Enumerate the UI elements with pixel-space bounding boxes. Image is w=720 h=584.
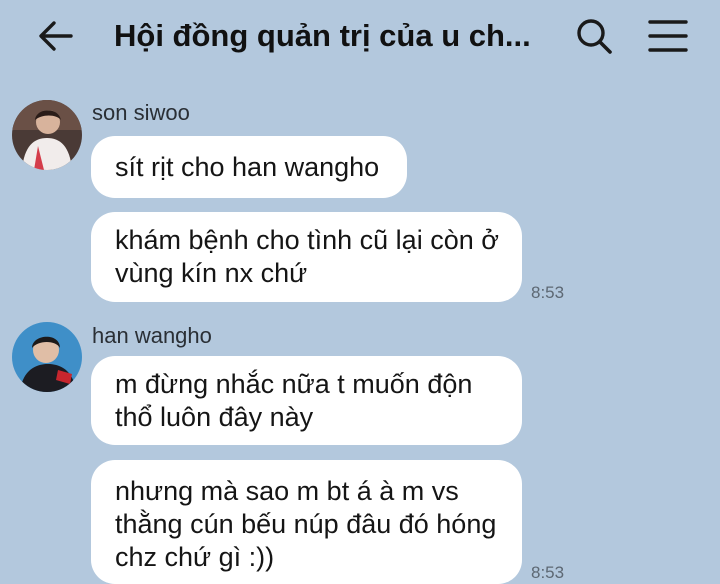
message-timestamp: 8:53 <box>531 563 565 582</box>
search-button[interactable] <box>572 14 616 58</box>
message-text: sít rịt cho han wangho <box>115 151 380 182</box>
menu-button[interactable] <box>644 14 692 58</box>
message-timestamp: 8:53 <box>531 283 565 302</box>
message-text: chz chứ gì :)) <box>115 541 275 572</box>
message-text: thổ luôn đây này <box>115 401 314 432</box>
message-text: khám bệnh cho tình cũ lại còn ở <box>115 225 499 255</box>
chat-title: Hội đồng quản trị của u ch... <box>114 18 531 53</box>
sender-name: han wangho <box>92 323 212 348</box>
message-bubble[interactable]: nhưng mà sao m bt á à m vs thằng cún bếu… <box>91 460 522 584</box>
message-text: nhưng mà sao m bt á à m vs <box>115 475 459 506</box>
message-bubble[interactable]: khám bệnh cho tình cũ lại còn ở vùng kín… <box>91 212 522 302</box>
back-button[interactable] <box>34 14 78 58</box>
chat-header: Hội đồng quản trị của u ch... <box>0 0 720 72</box>
message-text: vùng kín nx chứ <box>115 258 308 288</box>
profile-photo-icon <box>12 100 82 170</box>
arrow-left-icon <box>39 21 73 51</box>
message-bubble[interactable]: m đừng nhắc nữa t muốn độn thổ luôn đây … <box>91 356 522 445</box>
sender-name: son siwoo <box>92 100 190 125</box>
message-bubble[interactable]: sít rịt cho han wangho <box>91 136 407 198</box>
message-text: m đừng nhắc nữa t muốn độn <box>115 368 473 399</box>
profile-photo-icon <box>12 322 82 392</box>
search-icon <box>577 19 612 54</box>
avatar[interactable] <box>12 322 82 392</box>
message-text: thằng cún bếu núp đâu đó hóng <box>115 508 497 539</box>
menu-icon <box>648 20 688 52</box>
avatar[interactable] <box>12 100 82 170</box>
